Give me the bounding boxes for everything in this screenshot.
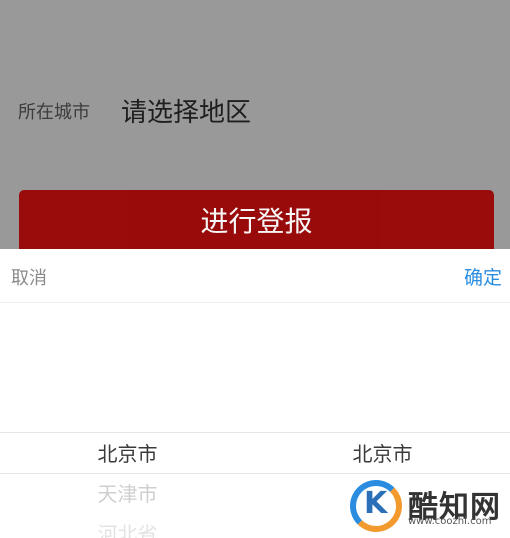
watermark-url: www.coozhi.com	[408, 516, 492, 527]
city-column[interactable]: 北京市	[255, 439, 510, 479]
form-background-overlay: 所在城市 请选择地区 进行登报	[0, 0, 510, 260]
city-option[interactable]: 北京市	[255, 439, 510, 479]
province-option[interactable]: 北京市	[0, 439, 255, 479]
picker-header: 取消 确定	[0, 249, 510, 303]
coozhi-watermark: K 酷知网 www.coozhi.com	[350, 478, 510, 538]
province-option[interactable]: 河北省	[0, 519, 255, 538]
province-column[interactable]: 北京市 天津市 河北省	[0, 439, 255, 538]
province-option[interactable]: 天津市	[0, 479, 255, 519]
picker-selection-top-line	[0, 432, 510, 433]
confirm-button[interactable]: 确定	[464, 263, 502, 290]
city-select-field[interactable]: 请选择地区	[121, 92, 251, 129]
city-field-label: 所在城市	[18, 102, 90, 123]
cancel-button[interactable]: 取消	[11, 264, 47, 290]
watermark-k-icon: K	[364, 486, 388, 521]
